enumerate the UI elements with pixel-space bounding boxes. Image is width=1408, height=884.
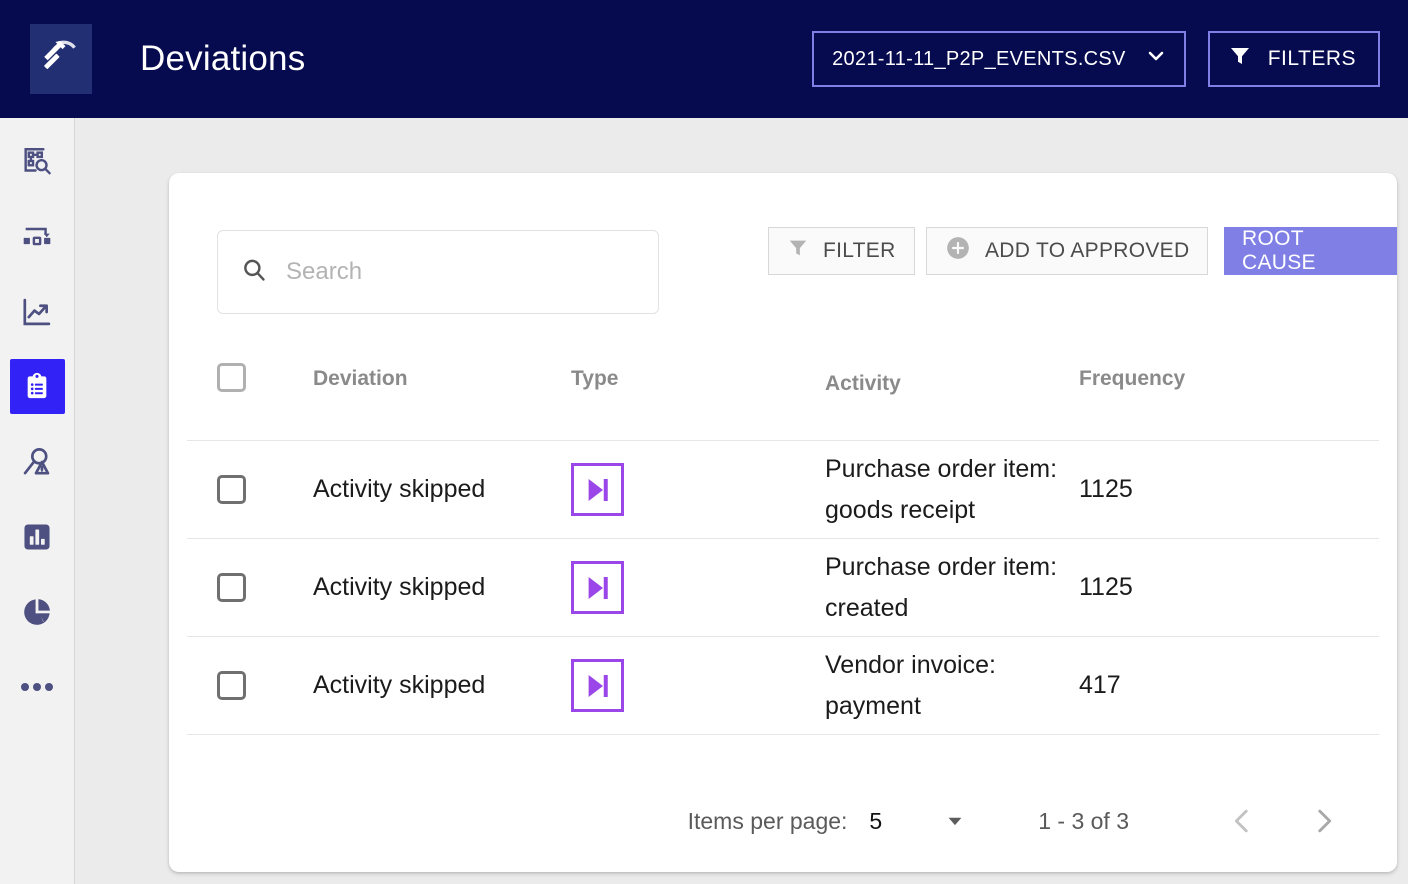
page-title: Deviations (140, 39, 306, 78)
pie-chart-icon (20, 595, 54, 629)
skip-next-icon (571, 659, 624, 712)
row-checkbox[interactable] (217, 475, 246, 504)
add-to-approved-button[interactable]: ADD TO APPROVED (926, 227, 1209, 275)
file-selector[interactable]: 2021-11-11_P2P_EVENTS.CSV (812, 31, 1186, 87)
app-header: Deviations 2021-11-11_P2P_EVENTS.CSV FIL… (0, 0, 1408, 118)
items-per-page-value[interactable]: 5 (869, 808, 882, 835)
root-cause-button[interactable]: ROOT CAUSE (1224, 227, 1397, 275)
cell-type (571, 561, 825, 614)
flow-chart-icon (20, 220, 54, 254)
funnel-icon (787, 237, 809, 265)
search-box[interactable] (217, 230, 659, 314)
bar-chart-icon (21, 521, 53, 553)
cell-frequency: 1125 (1079, 475, 1133, 503)
search-icon (240, 256, 268, 289)
card-toolbar: FILTER ADD TO APPROVED ROOT CAUSE (169, 173, 1397, 348)
sidebar-item-process-flow[interactable] (10, 209, 65, 264)
select-all-cell (217, 363, 313, 392)
row-checkbox[interactable] (217, 671, 246, 700)
items-per-page-label: Items per page: (687, 807, 848, 834)
magnifier-warning-icon (20, 445, 54, 479)
deviations-table: Deviation Type Activity Frequency Activi… (187, 353, 1379, 735)
table-header-row: Deviation Type Activity Frequency (187, 353, 1379, 441)
sidebar-item-root-cause[interactable] (10, 434, 65, 489)
cell-type (571, 463, 825, 516)
row-select-cell (217, 475, 313, 504)
skip-next-icon (571, 463, 624, 516)
cell-deviation: Activity skipped (313, 573, 486, 601)
sidebar-item-bar-analytics[interactable] (10, 509, 65, 564)
filters-button[interactable]: FILTERS (1207, 31, 1380, 87)
page-range-label: 1 - 3 of 3 (1038, 807, 1129, 834)
cell-type (571, 659, 825, 712)
deviations-card: FILTER ADD TO APPROVED ROOT CAUSE (169, 173, 1397, 872)
main-content: FILTER ADD TO APPROVED ROOT CAUSE (75, 118, 1408, 884)
select-all-checkbox[interactable] (217, 363, 246, 392)
pickaxe-icon (39, 35, 83, 84)
cell-activity: Purchase order item: goods receipt (825, 455, 1058, 524)
search-input[interactable] (286, 258, 626, 286)
column-header-type: Type (571, 367, 619, 390)
filter-button[interactable]: FILTER (768, 227, 915, 275)
process-search-icon (20, 145, 54, 179)
clipboard-list-icon (21, 371, 53, 403)
root-cause-label: ROOT CAUSE (1242, 227, 1316, 274)
paginator: Items per page: 5 1 - 3 of 3 (169, 792, 1397, 850)
sidebar-item-more[interactable] (10, 659, 65, 714)
cell-frequency: 1125 (1079, 573, 1133, 601)
filters-button-label: FILTERS (1267, 47, 1356, 70)
cell-deviation: Activity skipped (313, 475, 486, 503)
skip-next-icon (571, 561, 624, 614)
cell-frequency: 417 (1079, 671, 1121, 699)
chevron-down-icon (1144, 44, 1168, 74)
table-row[interactable]: Activity skipped Purchase order item: cr… (187, 539, 1379, 637)
sidebar-item-trends[interactable] (10, 284, 65, 339)
funnel-icon (1228, 44, 1252, 74)
column-header-activity: Activity (825, 372, 901, 395)
chevron-right-icon[interactable] (1307, 804, 1341, 838)
filter-button-label: FILTER (823, 239, 896, 262)
sidebar-item-deviations[interactable] (9, 359, 65, 414)
app-logo (30, 24, 92, 94)
row-checkbox[interactable] (217, 573, 246, 602)
column-header-frequency: Frequency (1079, 367, 1186, 390)
header-actions: 2021-11-11_P2P_EVENTS.CSV FILTERS (812, 31, 1380, 87)
column-header-deviation: Deviation (313, 367, 408, 390)
row-select-cell (217, 573, 313, 602)
sidebar (0, 118, 75, 884)
table-row[interactable]: Activity skipped Vendor invoice: payment… (187, 637, 1379, 735)
trend-line-icon (20, 295, 54, 329)
cell-activity: Purchase order item: created (825, 553, 1058, 622)
file-selector-value: 2021-11-11_P2P_EVENTS.CSV (832, 47, 1126, 70)
row-select-cell (217, 671, 313, 700)
plus-circle-icon (945, 235, 971, 267)
cell-activity: Vendor invoice: payment (825, 651, 996, 720)
sidebar-item-pie-analytics[interactable] (10, 584, 65, 639)
sidebar-item-process-explorer[interactable] (10, 134, 65, 189)
add-to-approved-label: ADD TO APPROVED (985, 239, 1190, 262)
table-row[interactable]: Activity skipped Purchase order item: go… (187, 441, 1379, 539)
cell-deviation: Activity skipped (313, 671, 486, 699)
caret-down-icon[interactable] (944, 810, 966, 832)
chevron-left-icon[interactable] (1225, 804, 1259, 838)
ellipsis-icon (20, 681, 54, 693)
